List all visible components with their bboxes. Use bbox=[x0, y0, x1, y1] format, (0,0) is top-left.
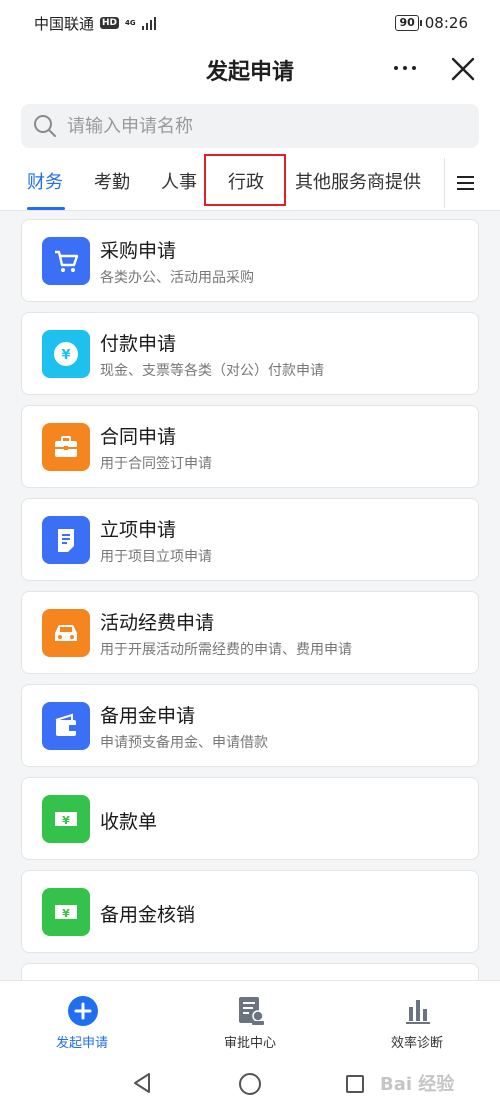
list-item-contract[interactable]: 合同申请 用于合同签订申请 bbox=[21, 405, 479, 488]
close-icon[interactable] bbox=[450, 56, 476, 82]
bottom-nav-efficiency[interactable]: 效率诊断 bbox=[342, 981, 492, 1051]
watermark: Bai 经验 bbox=[380, 1074, 455, 1095]
status-bar: 中国联通 HD 4G 90 08:26 bbox=[0, 0, 500, 46]
signal-icon bbox=[141, 16, 157, 30]
yen-bill-icon: ¥ bbox=[42, 888, 90, 936]
item-desc: 用于项目立项申请 bbox=[100, 549, 212, 565]
status-left: 中国联通 HD 4G bbox=[34, 13, 157, 34]
more-icon[interactable] bbox=[394, 66, 416, 70]
bottom-nav-label: 发起申请 bbox=[55, 1036, 108, 1051]
tab-hr[interactable]: 人事 bbox=[161, 168, 197, 194]
approval-stamp-icon bbox=[239, 997, 264, 1025]
plus-circle-icon bbox=[68, 996, 98, 1026]
hd-badge: HD bbox=[100, 17, 120, 29]
back-icon[interactable] bbox=[132, 1072, 152, 1094]
item-title: 活动经费申请 bbox=[100, 612, 215, 634]
search-section bbox=[0, 96, 500, 154]
battery-icon: 90 bbox=[395, 15, 423, 31]
list-item-petty-cash[interactable]: 备用金申请 申请预支备用金、申请借款 bbox=[21, 684, 479, 767]
bottom-nav-label: 审批中心 bbox=[223, 1036, 276, 1051]
wallet-icon bbox=[42, 702, 90, 750]
tab-highlight-box bbox=[204, 154, 286, 206]
svg-text:¥: ¥ bbox=[61, 348, 70, 363]
search-icon bbox=[34, 115, 56, 137]
cart-icon bbox=[42, 237, 90, 285]
list-item-petty-cash-writeoff[interactable]: ¥ 备用金核销 bbox=[21, 870, 479, 953]
item-desc: 现金、支票等各类（对公）付款申请 bbox=[100, 363, 324, 379]
item-desc: 各类办公、活动用品采购 bbox=[100, 270, 254, 286]
bottom-nav-label: 效率诊断 bbox=[390, 1036, 443, 1051]
bottom-nav-approval[interactable]: 审批中心 bbox=[175, 981, 325, 1051]
list-item-payment[interactable]: ¥ 付款申请 现金、支票等各类（对公）付款申请 bbox=[21, 312, 479, 395]
status-right: 90 08:26 bbox=[395, 14, 468, 32]
tabs-divider bbox=[444, 158, 445, 208]
document-icon bbox=[42, 516, 90, 564]
recents-icon[interactable] bbox=[345, 1074, 365, 1094]
search-input[interactable] bbox=[67, 115, 447, 137]
status-time: 08:26 bbox=[424, 14, 468, 32]
car-icon bbox=[42, 609, 90, 657]
carrier-name: 中国联通 bbox=[34, 14, 95, 33]
item-desc: 用于开展活动所需经费的申请、费用申请 bbox=[100, 642, 352, 658]
list-item-project[interactable]: 立项申请 用于项目立项申请 bbox=[21, 498, 479, 581]
page-title: 发起申请 bbox=[205, 60, 294, 85]
item-title: 付款申请 bbox=[100, 333, 177, 355]
bottom-nav: 发起申请 审批中心 效率诊断 bbox=[0, 980, 500, 1051]
item-title: 采购申请 bbox=[100, 240, 177, 262]
tab-attendance[interactable]: 考勤 bbox=[94, 168, 130, 194]
bottom-nav-apply[interactable]: 发起申请 bbox=[7, 981, 157, 1051]
active-tab-indicator bbox=[27, 207, 65, 210]
menu-icon[interactable] bbox=[457, 176, 474, 194]
tab-finance[interactable]: 财务 bbox=[27, 168, 63, 194]
item-desc: 用于合同签订申请 bbox=[100, 456, 212, 472]
list-item-activity-funds[interactable]: 活动经费申请 用于开展活动所需经费的申请、费用申请 bbox=[21, 591, 479, 674]
item-title: 立项申请 bbox=[100, 519, 177, 541]
svg-text:¥: ¥ bbox=[62, 907, 70, 920]
item-title: 收款单 bbox=[100, 811, 158, 833]
search-box[interactable] bbox=[21, 104, 479, 148]
item-title: 备用金申请 bbox=[100, 705, 196, 727]
home-icon[interactable] bbox=[238, 1072, 262, 1096]
item-title: 备用金核销 bbox=[100, 904, 196, 926]
list-item-receipt[interactable]: ¥ 收款单 bbox=[21, 777, 479, 860]
list-item-purchase[interactable]: 采购申请 各类办公、活动用品采购 bbox=[21, 219, 479, 302]
nav-bar: 发起申请 bbox=[0, 46, 500, 96]
tab-other-providers[interactable]: 其他服务商提供 bbox=[295, 168, 421, 194]
yen-bill-icon: ¥ bbox=[42, 795, 90, 843]
network-type: 4G bbox=[125, 18, 136, 27]
bar-chart-icon bbox=[406, 1000, 430, 1024]
item-desc: 申请预支备用金、申请借款 bbox=[100, 735, 268, 751]
item-title: 合同申请 bbox=[100, 426, 177, 448]
briefcase-icon bbox=[42, 423, 90, 471]
svg-text:¥: ¥ bbox=[62, 814, 70, 827]
yen-coin-icon: ¥ bbox=[42, 330, 90, 378]
